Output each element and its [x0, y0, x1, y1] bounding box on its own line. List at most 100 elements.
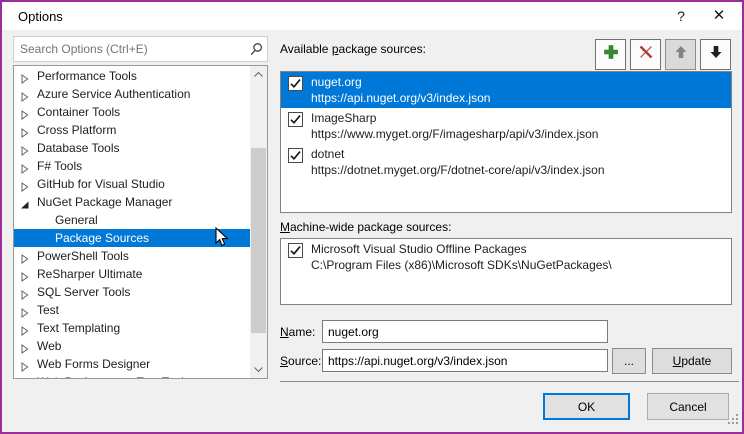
source-name: nuget.org: [311, 74, 731, 90]
tree-expand-icon[interactable]: [20, 377, 30, 378]
package-source-row[interactable]: dotnethttps://dotnet.myget.org/F/dotnet-…: [281, 144, 731, 180]
add-source-button[interactable]: [595, 39, 626, 70]
tree-item-label: General: [55, 211, 98, 229]
tree-item[interactable]: Cross Platform: [14, 121, 250, 139]
browse-button[interactable]: ...: [612, 348, 646, 374]
package-source-row[interactable]: nuget.orghttps://api.nuget.org/v3/index.…: [281, 72, 731, 108]
name-field-wrap: [322, 320, 608, 343]
source-field[interactable]: [323, 350, 607, 371]
options-dialog: Options ? ✕ Performance ToolsAzure Servi…: [0, 0, 744, 434]
tree-item-label: Container Tools: [37, 103, 120, 121]
tree-item[interactable]: Web Performance Test Tools: [14, 373, 250, 378]
arrow-down-icon: [708, 44, 724, 65]
source-url: https://dotnet.myget.org/F/dotnet-core/a…: [311, 162, 731, 178]
scroll-down-icon[interactable]: [250, 361, 267, 378]
tree-item[interactable]: SQL Server Tools: [14, 283, 250, 301]
tree-collapse-icon[interactable]: [20, 197, 30, 207]
source-name: Microsoft Visual Studio Offline Packages: [311, 241, 731, 257]
tree-item[interactable]: Database Tools: [14, 139, 250, 157]
tree-item[interactable]: ReSharper Ultimate: [14, 265, 250, 283]
name-label: Name:: [280, 325, 315, 339]
cancel-button[interactable]: Cancel: [647, 393, 729, 420]
divider: [280, 381, 739, 382]
tree-item-label: ReSharper Ultimate: [37, 265, 142, 283]
tree-expand-icon[interactable]: [20, 251, 30, 261]
window-title: Options: [18, 9, 63, 24]
move-up-button[interactable]: [665, 39, 696, 70]
tree-expand-icon[interactable]: [20, 179, 30, 189]
tree-item[interactable]: Web: [14, 337, 250, 355]
tree-item-label: Web Performance Test Tools: [37, 373, 190, 378]
tree-item[interactable]: Web Forms Designer: [14, 355, 250, 373]
tree-item[interactable]: Text Templating: [14, 319, 250, 337]
tree-item[interactable]: PowerShell Tools: [14, 247, 250, 265]
tree-item-label: Package Sources: [55, 229, 149, 247]
plus-icon: [602, 43, 620, 66]
machine-sources-label: Machine-wide package sources:: [280, 220, 451, 234]
tree-item-label: Web: [37, 337, 61, 355]
checkbox-checked-icon[interactable]: [288, 148, 303, 163]
checkbox-checked-icon[interactable]: [288, 76, 303, 91]
tree-item-label: SQL Server Tools: [37, 283, 130, 301]
scroll-up-icon[interactable]: [250, 66, 267, 83]
tree-expand-icon[interactable]: [20, 269, 30, 279]
source-url: C:\Program Files (x86)\Microsoft SDKs\Nu…: [311, 257, 731, 273]
tree-expand-icon[interactable]: [20, 125, 30, 135]
move-down-button[interactable]: [700, 39, 731, 70]
available-sources-label: Available package sources:: [280, 42, 426, 56]
red-x-icon: [637, 43, 655, 66]
tree-expand-icon[interactable]: [20, 107, 30, 117]
tree-scrollbar[interactable]: [250, 66, 267, 378]
search-box: [13, 36, 268, 62]
tree-item[interactable]: Container Tools: [14, 103, 250, 121]
tree-expand-icon[interactable]: [20, 305, 30, 315]
search-input[interactable]: [14, 42, 245, 56]
tree-item-label: Test: [37, 301, 59, 319]
remove-source-button[interactable]: [630, 39, 661, 70]
help-button[interactable]: ?: [662, 2, 700, 30]
tree-item[interactable]: Package Sources: [14, 229, 250, 247]
tree-item[interactable]: Test: [14, 301, 250, 319]
tree-item-label: Performance Tools: [37, 67, 137, 85]
options-tree: Performance ToolsAzure Service Authentic…: [13, 65, 268, 379]
tree-expand-icon[interactable]: [20, 287, 30, 297]
tree-item-label: Azure Service Authentication: [37, 85, 190, 103]
tree-item-label: F# Tools: [37, 157, 82, 175]
ok-button[interactable]: OK: [543, 393, 630, 420]
machine-sources-list: Microsoft Visual Studio Offline Packages…: [280, 238, 732, 305]
tree-item-label: Cross Platform: [37, 121, 116, 139]
arrow-up-icon: [673, 44, 689, 65]
update-button[interactable]: Update: [652, 348, 732, 374]
tree-item[interactable]: General: [14, 211, 250, 229]
name-field[interactable]: [323, 321, 607, 342]
titlebar: Options ? ✕: [2, 2, 742, 30]
tree-item[interactable]: Performance Tools: [14, 67, 250, 85]
tree-expand-icon[interactable]: [20, 89, 30, 99]
resize-grip[interactable]: [728, 412, 739, 430]
tree-expand-icon[interactable]: [20, 143, 30, 153]
source-name: ImageSharp: [311, 110, 731, 126]
tree-item[interactable]: Azure Service Authentication: [14, 85, 250, 103]
magnifier-icon[interactable]: [245, 42, 267, 57]
tree-expand-icon[interactable]: [20, 71, 30, 81]
close-button[interactable]: ✕: [700, 2, 738, 30]
source-url: https://api.nuget.org/v3/index.json: [311, 90, 731, 106]
tree-item-label: NuGet Package Manager: [37, 193, 172, 211]
available-sources-list: nuget.orghttps://api.nuget.org/v3/index.…: [280, 71, 732, 213]
tree-expand-icon[interactable]: [20, 359, 30, 369]
tree-expand-icon[interactable]: [20, 161, 30, 171]
package-source-row[interactable]: ImageSharphttps://www.myget.org/F/images…: [281, 108, 731, 144]
tree-item[interactable]: GitHub for Visual Studio: [14, 175, 250, 193]
scrollbar-thumb[interactable]: [251, 148, 266, 333]
tree-item-label: Web Forms Designer: [37, 355, 150, 373]
tree-item[interactable]: F# Tools: [14, 157, 250, 175]
tree-item-label: Database Tools: [37, 139, 120, 157]
source-name: dotnet: [311, 146, 731, 162]
package-source-row[interactable]: Microsoft Visual Studio Offline Packages…: [281, 239, 731, 275]
checkbox-checked-icon[interactable]: [288, 112, 303, 127]
source-field-wrap: [322, 349, 608, 372]
tree-expand-icon[interactable]: [20, 341, 30, 351]
tree-item[interactable]: NuGet Package Manager: [14, 193, 250, 211]
tree-expand-icon[interactable]: [20, 323, 30, 333]
checkbox-checked-icon[interactable]: [288, 243, 303, 258]
